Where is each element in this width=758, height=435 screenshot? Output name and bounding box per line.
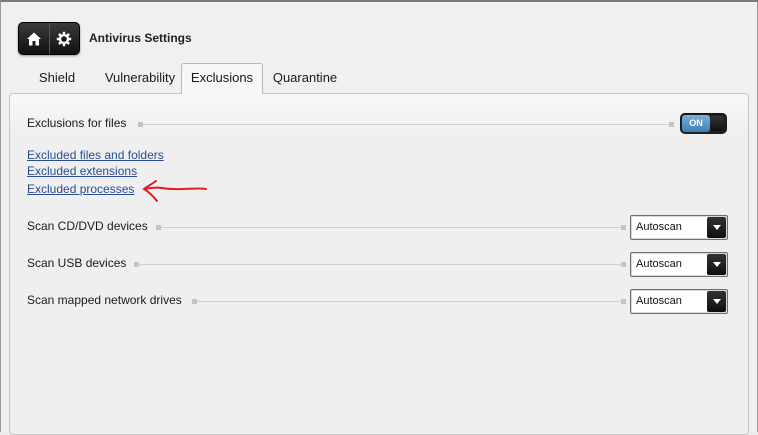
scan-network-drives-select[interactable]: Autoscan bbox=[630, 289, 728, 314]
exclusions-for-files-label: Exclusions for files bbox=[27, 116, 127, 130]
select-value: Autoscan bbox=[636, 295, 682, 307]
tab-quarantine[interactable]: Quarantine bbox=[270, 64, 340, 92]
chevron-down-icon bbox=[707, 217, 726, 238]
excluded-files-and-folders-link[interactable]: Excluded files and folders bbox=[27, 148, 164, 162]
toggle-on-label: ON bbox=[682, 115, 710, 132]
row-leader-line bbox=[192, 299, 626, 304]
row-leader-line bbox=[156, 225, 626, 230]
nav-button-group bbox=[18, 22, 80, 55]
scan-usb-label: Scan USB devices bbox=[27, 256, 127, 270]
gear-icon bbox=[57, 31, 72, 46]
select-value: Autoscan bbox=[636, 221, 682, 233]
scan-cd-dvd-select[interactable]: Autoscan bbox=[630, 215, 728, 240]
scan-cd-dvd-label: Scan CD/DVD devices bbox=[27, 219, 148, 233]
exclusions-toggle[interactable]: ON bbox=[680, 113, 727, 134]
excluded-extensions-link[interactable]: Excluded extensions bbox=[27, 164, 137, 178]
annotation-arrow-icon bbox=[142, 180, 207, 202]
scan-usb-select[interactable]: Autoscan bbox=[630, 252, 728, 277]
home-button[interactable] bbox=[19, 23, 49, 54]
tab-exclusions[interactable]: Exclusions bbox=[181, 63, 263, 94]
tab-shield[interactable]: Shield bbox=[32, 64, 82, 92]
settings-button[interactable] bbox=[48, 23, 80, 54]
chevron-down-icon bbox=[707, 254, 726, 275]
excluded-processes-link[interactable]: Excluded processes bbox=[27, 182, 134, 196]
scan-network-drives-label: Scan mapped network drives bbox=[27, 293, 182, 307]
row-leader-line bbox=[138, 122, 674, 127]
tab-vulnerability[interactable]: Vulnerability bbox=[100, 64, 180, 92]
toggle-knob bbox=[710, 116, 724, 131]
select-value: Autoscan bbox=[636, 258, 682, 270]
chevron-down-icon bbox=[707, 291, 726, 312]
home-icon bbox=[26, 32, 41, 45]
row-leader-line bbox=[134, 262, 626, 267]
page-title: Antivirus Settings bbox=[89, 31, 192, 45]
